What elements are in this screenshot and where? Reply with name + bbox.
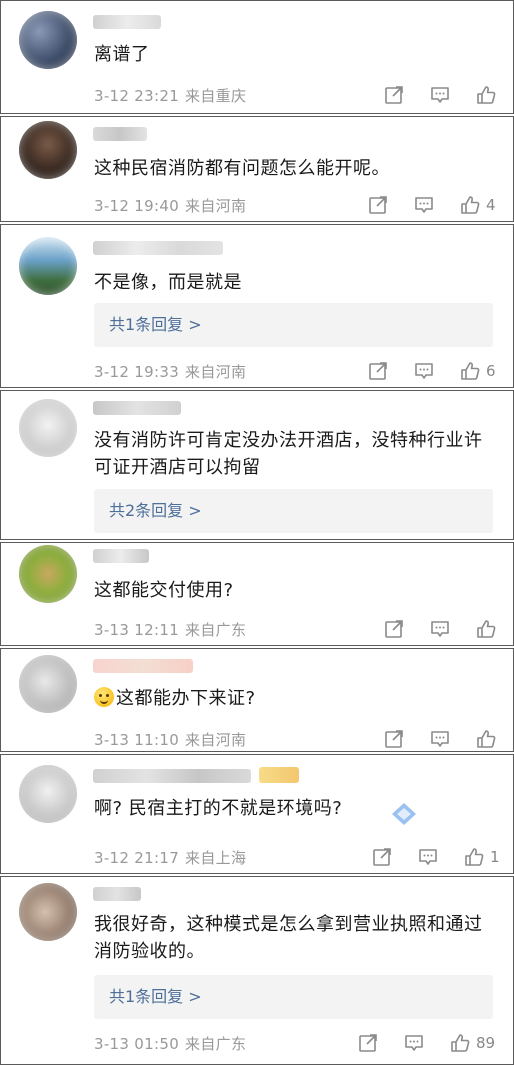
thumbs-up-icon[interactable] <box>449 1032 471 1054</box>
comment-icon[interactable] <box>403 1032 425 1054</box>
comment-card: 这都能办下来证? 3-13 11:10 来自河南 <box>0 648 514 752</box>
share-icon[interactable] <box>383 728 405 750</box>
like-count: 1 <box>490 848 500 866</box>
username-blurred[interactable] <box>93 769 251 783</box>
comment-text: 这都能交付使用? <box>94 580 234 601</box>
comment-meta: 3-12 19:33 来自河南 <box>94 361 252 382</box>
reply-link[interactable]: 共1条回复 > <box>94 303 493 347</box>
comment-text-content: 这都能办下来证? <box>116 688 256 709</box>
comment-meta: 3-13 01:50 来自广东 <box>94 1033 252 1054</box>
comment-card: 不是像，而是就是 共1条回复 > 3-12 19:33 来自河南 6 <box>0 224 514 388</box>
comment-card: 这都能交付使用? 3-13 12:11 来自广东 <box>0 542 514 646</box>
comment-location: 来自重庆 <box>185 87 247 105</box>
thumbs-up-icon[interactable] <box>475 728 497 750</box>
avatar[interactable] <box>19 545 77 603</box>
avatar[interactable] <box>19 655 77 713</box>
share-icon[interactable] <box>383 84 405 106</box>
comment-text: 这都能办下来证? <box>94 685 495 712</box>
comment-date: 3-13 11:10 <box>94 731 180 749</box>
comment-icon[interactable] <box>429 728 451 750</box>
share-icon[interactable] <box>357 1032 379 1054</box>
diamond-sticker-icon <box>392 803 416 825</box>
like-count: 6 <box>486 362 496 380</box>
comment-meta: 3-13 12:11 来自广东 <box>94 619 252 640</box>
comment-actions <box>383 727 502 751</box>
comment-meta: 3-12 23:21 来自重庆 <box>94 85 252 106</box>
like-count: 89 <box>476 1034 496 1052</box>
comment-date: 3-12 19:33 <box>94 363 180 381</box>
vip-badge <box>259 767 299 783</box>
username-blurred[interactable] <box>93 659 193 673</box>
thumbs-up-icon[interactable] <box>459 360 481 382</box>
avatar[interactable] <box>19 399 77 457</box>
comment-icon[interactable] <box>413 194 435 216</box>
username-blurred[interactable] <box>93 241 223 255</box>
username-blurred[interactable] <box>93 401 181 415</box>
comment-actions: 1 <box>371 845 500 869</box>
comment-date: 3-13 12:11 <box>94 621 180 639</box>
avatar[interactable] <box>19 765 77 823</box>
comment-actions <box>383 83 502 107</box>
comment-meta: 3-13 11:10 来自河南 <box>94 729 252 750</box>
comment-actions <box>383 617 502 641</box>
username-blurred[interactable] <box>93 15 161 29</box>
comment-date: 3-12 21:17 <box>94 849 180 867</box>
username-blurred[interactable] <box>93 549 149 563</box>
emoji-icon <box>94 687 114 707</box>
username-blurred[interactable] <box>93 127 147 141</box>
comment-location: 来自广东 <box>185 1035 247 1053</box>
comment-meta: 3-12 21:17 来自上海 <box>94 847 252 868</box>
comment-feed: 离谱了 3-12 23:21 来自重庆 这种民宿消防都有问题怎么能开呢。 3-12… <box>0 0 514 1065</box>
comment-location: 来自上海 <box>185 849 247 867</box>
comment-text: 这种民宿消防都有问题怎么能开呢。 <box>94 158 390 179</box>
avatar[interactable] <box>19 883 77 941</box>
thumbs-up-icon[interactable] <box>475 84 497 106</box>
comment-text: 啊? 民宿主打的不就是环境吗? <box>94 798 343 819</box>
comment-icon[interactable] <box>417 846 439 868</box>
share-icon[interactable] <box>383 618 405 640</box>
avatar[interactable] <box>19 121 77 179</box>
comment-text: 没有消防许可肯定没办法开酒店，没特种行业许可证开酒店可以拘留 <box>94 430 483 478</box>
comment-text: 不是像，而是就是 <box>94 272 242 293</box>
comment-icon[interactable] <box>429 84 451 106</box>
thumbs-up-icon[interactable] <box>475 618 497 640</box>
comment-actions: 89 <box>357 1031 495 1055</box>
comment-card: 没有消防许可肯定没办法开酒店，没特种行业许可证开酒店可以拘留 共2条回复 > <box>0 390 514 540</box>
thumbs-up-icon[interactable] <box>463 846 485 868</box>
comment-date: 3-13 01:50 <box>94 1035 180 1053</box>
comment-card: 离谱了 3-12 23:21 来自重庆 <box>0 0 514 114</box>
comment-location: 来自河南 <box>185 363 247 381</box>
thumbs-up-icon[interactable] <box>459 194 481 216</box>
share-icon[interactable] <box>371 846 393 868</box>
reply-link[interactable]: 共1条回复 > <box>94 975 493 1019</box>
comment-card: 啊? 民宿主打的不就是环境吗? 3-12 21:17 来自上海 1 <box>0 754 514 874</box>
comment-text: 离谱了 <box>94 44 150 65</box>
comment-card: 我很好奇，这种模式是怎么拿到营业执照和通过消防验收的。 共1条回复 > 3-13… <box>0 876 514 1065</box>
avatar[interactable] <box>19 237 77 295</box>
comment-icon[interactable] <box>429 618 451 640</box>
share-icon[interactable] <box>367 194 389 216</box>
comment-location: 来自广东 <box>185 621 247 639</box>
comment-icon[interactable] <box>413 360 435 382</box>
comment-actions: 6 <box>367 359 496 383</box>
reply-link[interactable]: 共2条回复 > <box>94 489 493 533</box>
comment-text: 我很好奇，这种模式是怎么拿到营业执照和通过消防验收的。 <box>94 914 483 962</box>
comment-location: 来自河南 <box>185 197 247 215</box>
comment-date: 3-12 19:40 <box>94 197 180 215</box>
comment-date: 3-12 23:21 <box>94 87 180 105</box>
avatar[interactable] <box>19 11 77 69</box>
like-count: 4 <box>486 196 496 214</box>
comment-actions: 4 <box>367 193 496 217</box>
comment-card: 这种民宿消防都有问题怎么能开呢。 3-12 19:40 来自河南 4 <box>0 116 514 222</box>
share-icon[interactable] <box>367 360 389 382</box>
comment-location: 来自河南 <box>185 731 247 749</box>
username-blurred[interactable] <box>93 887 141 901</box>
comment-meta: 3-12 19:40 来自河南 <box>94 195 252 216</box>
